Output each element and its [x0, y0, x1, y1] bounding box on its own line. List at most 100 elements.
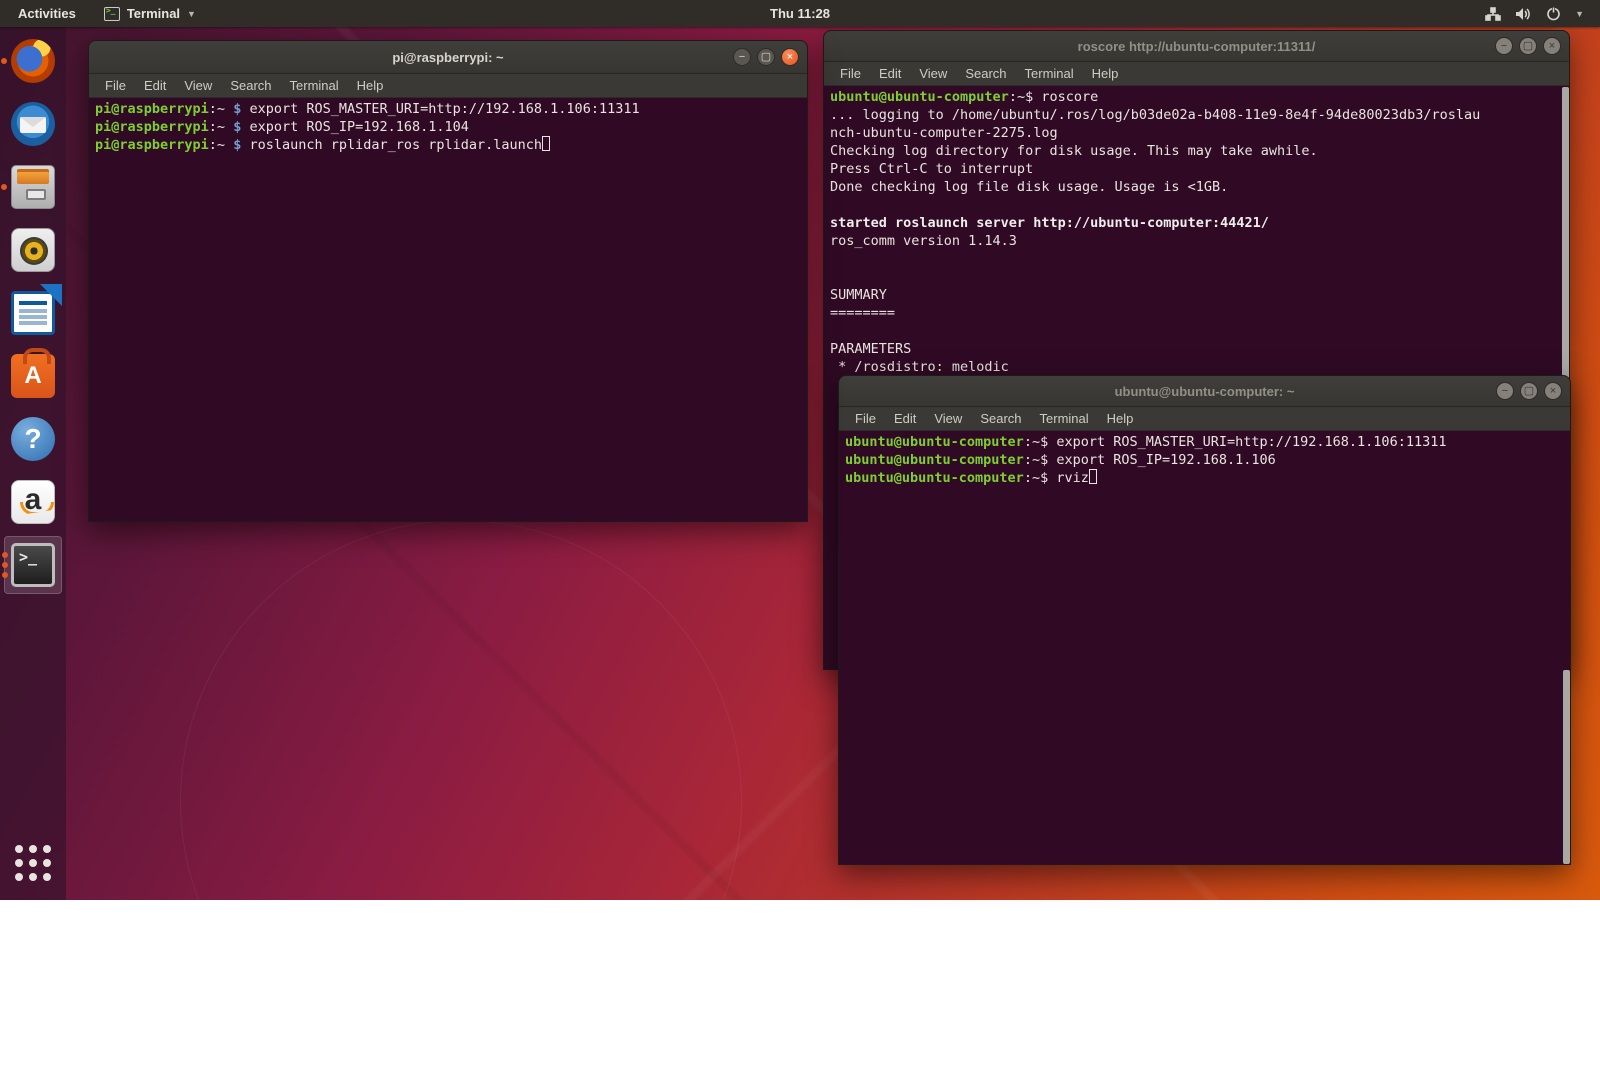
clock-label[interactable]: Thu 11:28 [770, 6, 830, 21]
terminal-line: started roslaunch server http://ubuntu-c… [830, 214, 1563, 232]
network-wired-icon [1485, 7, 1501, 21]
terminal-icon [11, 543, 55, 587]
titlebar[interactable]: pi@raspberrypi: ~ − ▢ × [89, 41, 807, 74]
menu-file[interactable]: File [832, 64, 869, 83]
titlebar[interactable]: ubuntu@ubuntu-computer: ~ − ▢ × [839, 376, 1570, 407]
menu-edit[interactable]: Edit [886, 409, 924, 428]
menu-help[interactable]: Help [1084, 64, 1127, 83]
terminal-line: pi@raspberrypi:~ $ export ROS_MASTER_URI… [95, 100, 801, 118]
terminal-line: ros_comm version 1.14.3 [830, 232, 1563, 250]
menu-view[interactable]: View [926, 409, 970, 428]
close-button[interactable]: × [781, 48, 799, 66]
minimize-button[interactable]: − [1495, 37, 1513, 55]
terminal-output[interactable]: ubuntu@ubuntu-computer:~$ export ROS_MAS… [839, 431, 1570, 864]
menu-help[interactable]: Help [1099, 409, 1142, 428]
menu-edit[interactable]: Edit [136, 76, 174, 95]
terminal-line [830, 322, 1563, 340]
libreoffice-writer-icon [11, 291, 55, 335]
terminal-line [830, 196, 1563, 214]
window-ubuntu-terminal: ubuntu@ubuntu-computer: ~ − ▢ × FileEdit… [838, 375, 1571, 865]
amazon-icon [11, 480, 55, 524]
terminal-line: ubuntu@ubuntu-computer:~$ export ROS_IP=… [845, 451, 1564, 469]
terminal-line: ubuntu@ubuntu-computer:~$ roscore [830, 88, 1563, 106]
text-cursor [542, 136, 550, 151]
menu-terminal[interactable]: Terminal [282, 76, 347, 95]
terminal-line: PARAMETERS [830, 340, 1563, 358]
top-bar: Activities Terminal ▼ Thu 11:28 ▼ [0, 0, 1600, 27]
text-cursor [1089, 469, 1097, 484]
dock-show-apps[interactable] [4, 834, 62, 892]
dock-firefox[interactable] [4, 32, 62, 90]
dock-writer[interactable] [4, 284, 62, 342]
close-button[interactable]: × [1544, 382, 1562, 400]
dock-rhythmbox[interactable] [4, 221, 62, 279]
system-tray[interactable]: ▼ [1469, 0, 1600, 27]
show-applications-icon [13, 843, 53, 883]
activities-button[interactable]: Activities [0, 0, 94, 27]
window-title: pi@raspberrypi: ~ [392, 50, 503, 65]
terminal-line: pi@raspberrypi:~ $ roslaunch rplidar_ros… [95, 136, 801, 154]
dock-help[interactable] [4, 410, 62, 468]
chevron-down-icon: ▼ [187, 9, 196, 19]
menu-terminal[interactable]: Terminal [1017, 64, 1082, 83]
terminal-line [830, 250, 1563, 268]
menu-file[interactable]: File [97, 76, 134, 95]
maximize-button[interactable]: ▢ [757, 48, 775, 66]
terminal-line: SUMMARY [830, 286, 1563, 304]
window-title: ubuntu@ubuntu-computer: ~ [1115, 384, 1295, 399]
rhythmbox-icon [11, 228, 55, 272]
menu-search[interactable]: Search [957, 64, 1014, 83]
terminal-line: Done checking log file disk usage. Usage… [830, 178, 1563, 196]
terminal-line: nch-ubuntu-computer-2275.log [830, 124, 1563, 142]
menu-view[interactable]: View [176, 76, 220, 95]
clock: Thu 11:28 [0, 6, 1600, 21]
terminal-line: ======== [830, 304, 1563, 322]
menu-help[interactable]: Help [349, 76, 392, 95]
dock-files[interactable] [4, 158, 62, 216]
help-icon [11, 417, 55, 461]
volume-icon [1515, 7, 1532, 21]
dock-amazon[interactable] [4, 473, 62, 531]
menu-edit[interactable]: Edit [871, 64, 909, 83]
terminal-line [830, 268, 1563, 286]
chevron-down-icon: ▼ [1575, 9, 1584, 19]
menu-view[interactable]: View [911, 64, 955, 83]
terminal-line: pi@raspberrypi:~ $ export ROS_IP=192.168… [95, 118, 801, 136]
maximize-button[interactable]: ▢ [1519, 37, 1537, 55]
app-menu-label: Terminal [127, 6, 180, 21]
terminal-line: ubuntu@ubuntu-computer:~$ export ROS_MAS… [845, 433, 1564, 451]
minimize-button[interactable]: − [733, 48, 751, 66]
close-button[interactable]: × [1543, 37, 1561, 55]
minimize-button[interactable]: − [1496, 382, 1514, 400]
ubuntu-software-icon [11, 354, 55, 398]
terminal-icon [104, 7, 120, 21]
scrollbar[interactable] [1563, 432, 1570, 864]
firefox-icon [11, 39, 55, 83]
terminal-line: ... logging to /home/ubuntu/.ros/log/b03… [830, 106, 1563, 124]
window-pi-terminal: pi@raspberrypi: ~ − ▢ × FileEditViewSear… [88, 40, 808, 522]
terminal-line: ubuntu@ubuntu-computer:~$ rviz [845, 469, 1564, 487]
menu-bar: FileEditViewSearchTerminalHelp [839, 407, 1570, 431]
scrollbar-thumb[interactable] [1563, 670, 1570, 864]
dock-software[interactable] [4, 347, 62, 405]
app-menu[interactable]: Terminal ▼ [94, 0, 206, 27]
dock-terminal[interactable] [4, 536, 62, 594]
window-title: roscore http://ubuntu-computer:11311/ [1078, 39, 1316, 54]
dock-thunderbird[interactable] [4, 95, 62, 153]
menu-terminal[interactable]: Terminal [1032, 409, 1097, 428]
menu-file[interactable]: File [847, 409, 884, 428]
thunderbird-icon [11, 102, 55, 146]
maximize-button[interactable]: ▢ [1520, 382, 1538, 400]
terminal-line: * /rosdistro: melodic [830, 358, 1563, 376]
terminal-output[interactable]: pi@raspberrypi:~ $ export ROS_MASTER_URI… [89, 98, 807, 521]
titlebar[interactable]: roscore http://ubuntu-computer:11311/ − … [824, 31, 1569, 62]
menu-bar: FileEditViewSearchTerminalHelp [824, 62, 1569, 86]
launcher-dock [0, 27, 66, 900]
menu-search[interactable]: Search [222, 76, 279, 95]
power-icon [1546, 6, 1561, 21]
files-icon [11, 165, 55, 209]
menu-bar: FileEditViewSearchTerminalHelp [89, 74, 807, 98]
menu-search[interactable]: Search [972, 409, 1029, 428]
terminal-line: Checking log directory for disk usage. T… [830, 142, 1563, 160]
terminal-line: Press Ctrl-C to interrupt [830, 160, 1563, 178]
